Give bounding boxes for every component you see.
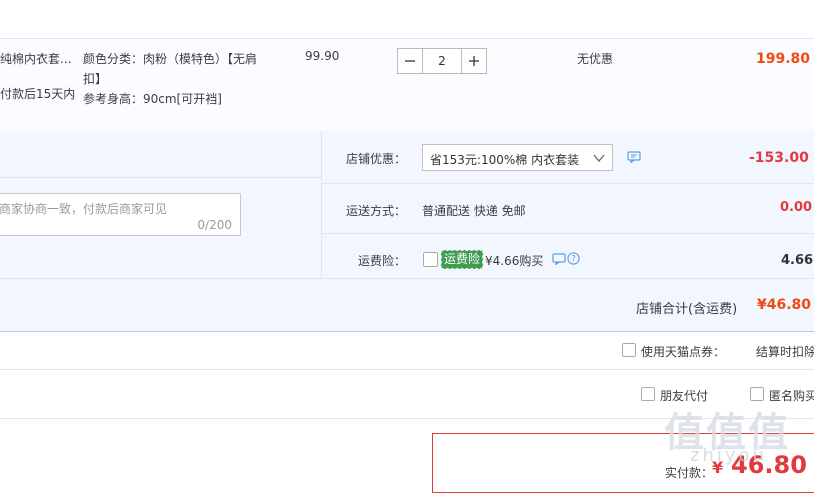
divider — [322, 233, 814, 234]
tmall-points-label: 使用天猫点券： — [641, 345, 726, 359]
divider — [0, 369, 814, 370]
minus-icon — [405, 60, 415, 62]
insurance-badge: 运费险 — [441, 250, 484, 269]
tmall-points-checkbox[interactable] — [622, 343, 636, 357]
divider — [0, 278, 814, 279]
watermark-site: zhiyou — [690, 445, 767, 466]
message-icon[interactable] — [552, 253, 566, 265]
shop-discount-amount: -153.00 — [749, 150, 809, 166]
quantity-input[interactable]: 2 — [423, 48, 461, 74]
insurance-label: 运费险： — [358, 254, 407, 268]
shipping-amount: 0.00 — [780, 200, 813, 215]
insurance-checkbox[interactable] — [423, 252, 438, 267]
shop-discount-label: 店铺优惠： — [346, 152, 407, 166]
shop-total-amount: ¥46.80 — [757, 297, 812, 313]
svg-text:?: ? — [571, 255, 576, 265]
insurance-price: ¥4.66购买 — [485, 254, 544, 268]
payment-label: 实付款： — [665, 466, 714, 480]
decrease-button[interactable] — [397, 48, 423, 74]
plus-icon — [469, 56, 479, 66]
insurance-amount: 4.66 — [781, 253, 814, 268]
memo-counter: 0/200 — [197, 218, 232, 232]
settle-deduct-text: 结算时扣除 — [756, 345, 814, 359]
divider — [0, 177, 321, 178]
anonymous-checkbox[interactable] — [750, 387, 764, 401]
item-attr-color: 颜色分类：肉粉（模特色）【无肩 — [83, 52, 258, 66]
service-note: 付款后15天内 — [0, 87, 76, 101]
item-attr-color-cont: 扣】 — [83, 72, 108, 86]
item-title[interactable]: 纯棉内衣套... — [0, 50, 71, 67]
memo-textarea[interactable]: 商家协商一致，付款后商家可见 0/200 — [0, 193, 241, 236]
unit-price: 99.90 — [305, 49, 340, 63]
shipping-value: 普通配送 快递 免邮 — [422, 204, 526, 218]
shop-discount-value: 省153元:100%棉 内衣套装 — [430, 153, 580, 167]
help-icon[interactable]: ? — [567, 252, 580, 265]
shop-discount-select[interactable]: 省153元:100%棉 内衣套装 — [422, 144, 613, 171]
item-subtotal: 199.80 — [756, 51, 811, 67]
chevron-down-icon — [593, 154, 605, 163]
message-icon[interactable] — [627, 151, 641, 163]
friend-pay-checkbox[interactable] — [641, 387, 655, 401]
memo-placeholder: 商家协商一致，付款后商家可见 — [0, 202, 168, 216]
divider — [322, 183, 814, 184]
item-discount: 无优惠 — [577, 52, 614, 66]
increase-button[interactable] — [461, 48, 487, 74]
shop-total-label: 店铺合计(含运费) — [636, 302, 738, 317]
panel-divider — [321, 131, 322, 278]
quantity-stepper[interactable]: 2 — [397, 48, 487, 74]
shipping-label: 运送方式： — [346, 204, 407, 218]
item-attr-height: 参考身高：90cm[可开裆] — [83, 92, 222, 106]
